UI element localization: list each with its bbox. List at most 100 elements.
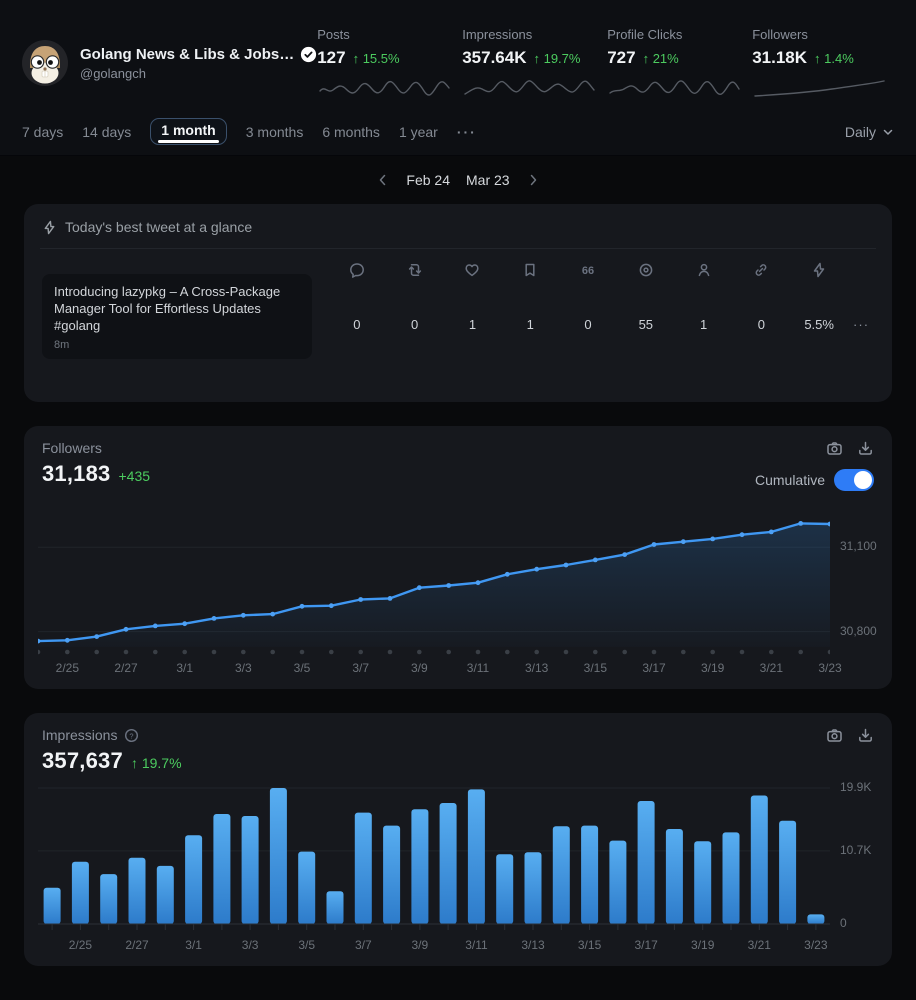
camera-icon <box>827 729 842 742</box>
data-point[interactable] <box>680 539 686 545</box>
axis-dot <box>769 649 774 655</box>
help-icon[interactable]: ? <box>124 728 139 743</box>
bar[interactable] <box>665 829 683 924</box>
bar[interactable] <box>100 874 118 924</box>
x-tick-label: 3/17 <box>642 661 666 675</box>
x-tick-label: 3/13 <box>524 661 549 675</box>
bar[interactable] <box>71 861 89 924</box>
bar[interactable] <box>779 820 797 924</box>
y-tick-label: 31,100 <box>840 539 877 554</box>
data-point[interactable] <box>534 566 540 572</box>
data-point[interactable] <box>211 616 217 621</box>
bar[interactable] <box>269 788 287 924</box>
next-period-button[interactable] <box>526 173 540 187</box>
download-icon <box>859 441 872 455</box>
axis-dot <box>651 649 657 655</box>
bar[interactable] <box>298 851 316 924</box>
metric-value: 5.5% <box>804 317 834 332</box>
bar[interactable] <box>156 865 174 924</box>
bar[interactable] <box>694 841 712 924</box>
download-button[interactable] <box>857 440 874 457</box>
screenshot-button[interactable] <box>826 727 843 744</box>
tab-1-month[interactable]: 1 month <box>150 118 227 145</box>
granularity-dropdown[interactable]: Daily <box>845 124 894 140</box>
axis-dot <box>123 649 129 655</box>
bar[interactable] <box>524 852 542 924</box>
bar[interactable] <box>439 803 457 924</box>
data-point[interactable] <box>504 571 510 577</box>
data-point[interactable] <box>768 529 774 535</box>
bar[interactable] <box>354 812 372 924</box>
bar[interactable] <box>411 809 429 924</box>
data-point[interactable] <box>299 603 305 609</box>
data-point[interactable] <box>622 552 628 557</box>
data-point[interactable] <box>123 626 129 632</box>
bar[interactable] <box>326 891 344 924</box>
account-info[interactable]: Golang News & Libs & Jobs… @golangch <box>22 40 317 86</box>
data-point[interactable] <box>270 611 276 617</box>
bar[interactable] <box>43 887 61 924</box>
cumulative-toggle[interactable] <box>834 469 874 491</box>
data-point[interactable] <box>651 542 657 547</box>
bar[interactable] <box>128 857 146 924</box>
x-tick-label: 3/23 <box>804 938 828 952</box>
impressions-chart-area: 19.9K 10.7K 0 2/25 2/27 3/1 3/3 3/5 3/7 3/9 3/11 3… <box>24 774 892 956</box>
bar[interactable] <box>637 801 655 924</box>
data-point[interactable] <box>182 621 188 627</box>
tab-14-days[interactable]: 14 days <box>82 124 131 140</box>
more-ranges-icon[interactable]: ··· <box>457 124 477 140</box>
bar[interactable] <box>241 816 259 924</box>
x-tick-label: 3/1 <box>185 938 202 952</box>
data-point[interactable] <box>710 536 716 542</box>
data-point[interactable] <box>240 612 246 618</box>
screenshot-button[interactable] <box>826 440 843 457</box>
bar[interactable] <box>213 814 231 924</box>
bar[interactable] <box>552 826 570 924</box>
axis-dot <box>593 649 598 655</box>
impressions-bar-chart[interactable] <box>38 784 830 934</box>
data-point[interactable] <box>64 637 70 643</box>
tweet-preview[interactable]: Introducing lazypkg – A Cross-Package Ma… <box>42 274 312 360</box>
tab-1-year[interactable]: 1 year <box>399 124 438 140</box>
more-options-icon[interactable]: ··· <box>853 317 869 332</box>
bar[interactable] <box>581 825 599 924</box>
granularity-label: Daily <box>844 123 876 140</box>
metric-value: 0 <box>411 317 419 332</box>
x-tick-label: 2/25 <box>55 661 80 675</box>
data-point[interactable] <box>152 623 158 629</box>
bar[interactable] <box>496 854 514 924</box>
data-point[interactable] <box>475 580 481 586</box>
data-point[interactable] <box>387 596 393 601</box>
metric-views: 55 <box>617 257 675 359</box>
tab-3-months[interactable]: 3 months <box>246 124 304 140</box>
download-button[interactable] <box>857 727 874 744</box>
data-point[interactable] <box>798 521 804 526</box>
data-point[interactable] <box>592 557 598 563</box>
data-point[interactable] <box>94 634 100 639</box>
x-tick-label: 2/25 <box>68 938 93 952</box>
data-point[interactable] <box>563 562 569 568</box>
bar[interactable] <box>383 825 401 924</box>
bar[interactable] <box>609 840 627 924</box>
bar[interactable] <box>750 795 768 925</box>
data-point[interactable] <box>328 603 334 609</box>
bar[interactable] <box>722 832 740 924</box>
data-point[interactable] <box>446 583 452 588</box>
tab-7-days[interactable]: 7 days <box>22 124 63 140</box>
data-point[interactable] <box>358 597 364 602</box>
stat-impressions: Impressions 357.64K ↑ 19.7% <box>462 27 607 100</box>
account-handle: @golangch <box>80 65 146 81</box>
bar[interactable] <box>807 914 825 924</box>
bar[interactable] <box>185 835 203 924</box>
tweet-text: Introducing lazypkg – A Cross-Package Ma… <box>54 284 281 334</box>
data-point[interactable] <box>739 532 745 538</box>
data-point[interactable] <box>416 585 422 591</box>
metric-likes: 1 <box>444 257 502 359</box>
stat-delta: ↑ 21% <box>642 50 679 66</box>
prev-period-button[interactable] <box>376 173 390 187</box>
retweet-icon <box>407 262 423 280</box>
followers-line-chart[interactable] <box>38 501 830 657</box>
stat-posts: Posts 127 ↑ 15.5% <box>317 27 462 100</box>
tab-6-months[interactable]: 6 months <box>322 124 380 140</box>
bar[interactable] <box>467 789 485 924</box>
